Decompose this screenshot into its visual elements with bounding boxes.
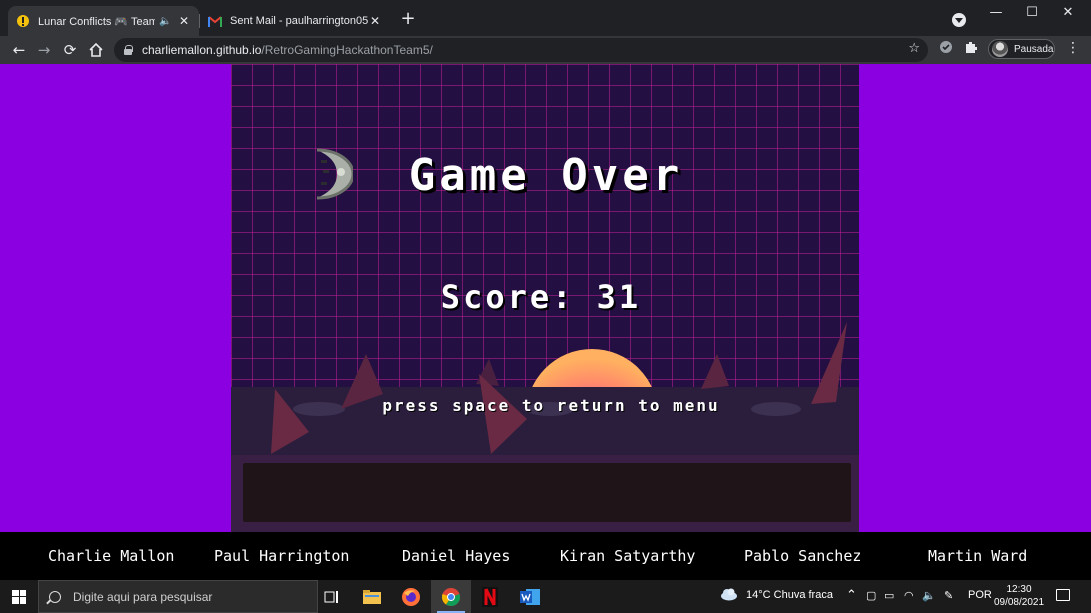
credit-name: Charlie Mallon [48,547,175,565]
minimize-button[interactable]: — [986,4,1006,22]
rock-spikes [271,322,847,454]
search-icon [49,590,61,603]
page-background: Game Over Score: 31 press space to retur… [0,64,1091,580]
url-path: /RetroGamingHackathonTeam5/ [261,43,433,57]
credit-name: Daniel Hayes [402,547,511,565]
menu-kebab-icon[interactable]: ⋮ [1066,40,1080,56]
weather-text[interactable]: 14°C Chuva fraca [746,589,833,601]
battery-icon[interactable]: ▭ [884,589,894,602]
extension-icon[interactable] [938,40,954,56]
file-explorer-icon[interactable] [352,580,392,613]
taskbar-clock[interactable]: 12:30 09/08/2021 [993,583,1045,609]
clock-time: 12:30 [1006,584,1032,595]
hud-panel [243,463,851,522]
browser-toolbar: ← → ⟳ charliemallon.github.io /RetroGami… [0,36,1091,64]
tab-search-icon[interactable] [952,13,966,27]
home-icon[interactable] [86,40,106,60]
firefox-icon[interactable] [391,580,431,613]
site-favicon-icon [16,14,30,28]
weather-cloud-icon[interactable] [720,587,738,604]
profile-label: Pausada [1014,43,1054,55]
wifi-icon[interactable]: ◠ [904,589,914,602]
tab-sent-mail[interactable]: Sent Mail - paulharrington05@g ✕ [200,6,390,36]
credit-name: Martin Ward [928,547,1028,565]
tab-title: Lunar Conflicts 🎮 Team Insi [38,15,155,28]
meet-now-icon[interactable]: ▢ [866,589,876,602]
windows-taskbar: Digite aqui para pesquisar 14°C Chuva fr… [0,580,1091,613]
clock-date: 09/08/2021 [993,597,1045,608]
word-icon[interactable] [510,580,550,613]
back-arrow-icon[interactable]: ← [9,40,29,60]
windows-start-button[interactable] [0,580,38,613]
address-bar[interactable]: charliemallon.github.io /RetroGamingHack… [114,38,928,62]
game-over-title: Game Over [408,150,684,201]
tab-strip: Lunar Conflicts 🎮 Team Insi 🔈 ✕ Sent Mai… [0,0,1091,36]
tab-lunar-conflicts[interactable]: Lunar Conflicts 🎮 Team Insi 🔈 ✕ [8,6,199,36]
windows-logo-icon [12,589,26,604]
netflix-icon[interactable] [470,580,510,613]
bookmark-star-icon[interactable]: ☆ [908,41,920,56]
close-window-button[interactable]: ✕ [1058,4,1078,22]
chevron-up-icon[interactable]: ⌃ [846,587,857,603]
return-to-menu-hint: press space to return to menu [382,396,720,415]
profile-button[interactable]: Pausada [988,39,1055,59]
volume-icon[interactable]: 🔈 [922,589,936,602]
language-indicator[interactable]: POR [968,589,992,601]
tab-title: Sent Mail - paulharrington05@g [230,15,368,27]
taskbar-search-box[interactable]: Digite aqui para pesquisar [38,580,318,613]
credit-name: Paul Harrington [214,547,350,565]
reload-icon[interactable]: ⟳ [60,40,80,60]
notifications-icon[interactable] [1056,589,1070,601]
lock-icon[interactable] [124,45,133,55]
url-host: charliemallon.github.io [142,43,262,57]
gmail-icon [208,14,222,28]
close-tab-icon[interactable]: ✕ [368,14,382,28]
game-canvas[interactable]: Game Over Score: 31 press space to retur… [231,64,859,532]
credit-name: Kiran Satyarthy [560,547,696,565]
extensions-puzzle-icon[interactable] [963,40,979,56]
speaker-icon[interactable]: 🔈 [159,16,173,27]
avatar [992,41,1008,57]
pen-icon[interactable]: ✎ [944,589,953,602]
search-placeholder: Digite aqui para pesquisar [73,589,213,604]
credits-bar: Charlie Mallon Paul Harrington Daniel Ha… [0,532,1091,580]
maximize-button[interactable]: ☐ [1022,4,1042,22]
new-tab-button[interactable]: + [399,10,417,28]
task-view-icon[interactable] [312,580,352,613]
forward-arrow-icon[interactable]: → [34,40,54,60]
credit-name: Pablo Sanchez [744,547,862,565]
chrome-icon[interactable] [431,580,471,613]
close-tab-icon[interactable]: ✕ [177,14,191,28]
crescent-moon-icon [316,148,353,200]
score-text: Score: 31 [440,278,642,316]
